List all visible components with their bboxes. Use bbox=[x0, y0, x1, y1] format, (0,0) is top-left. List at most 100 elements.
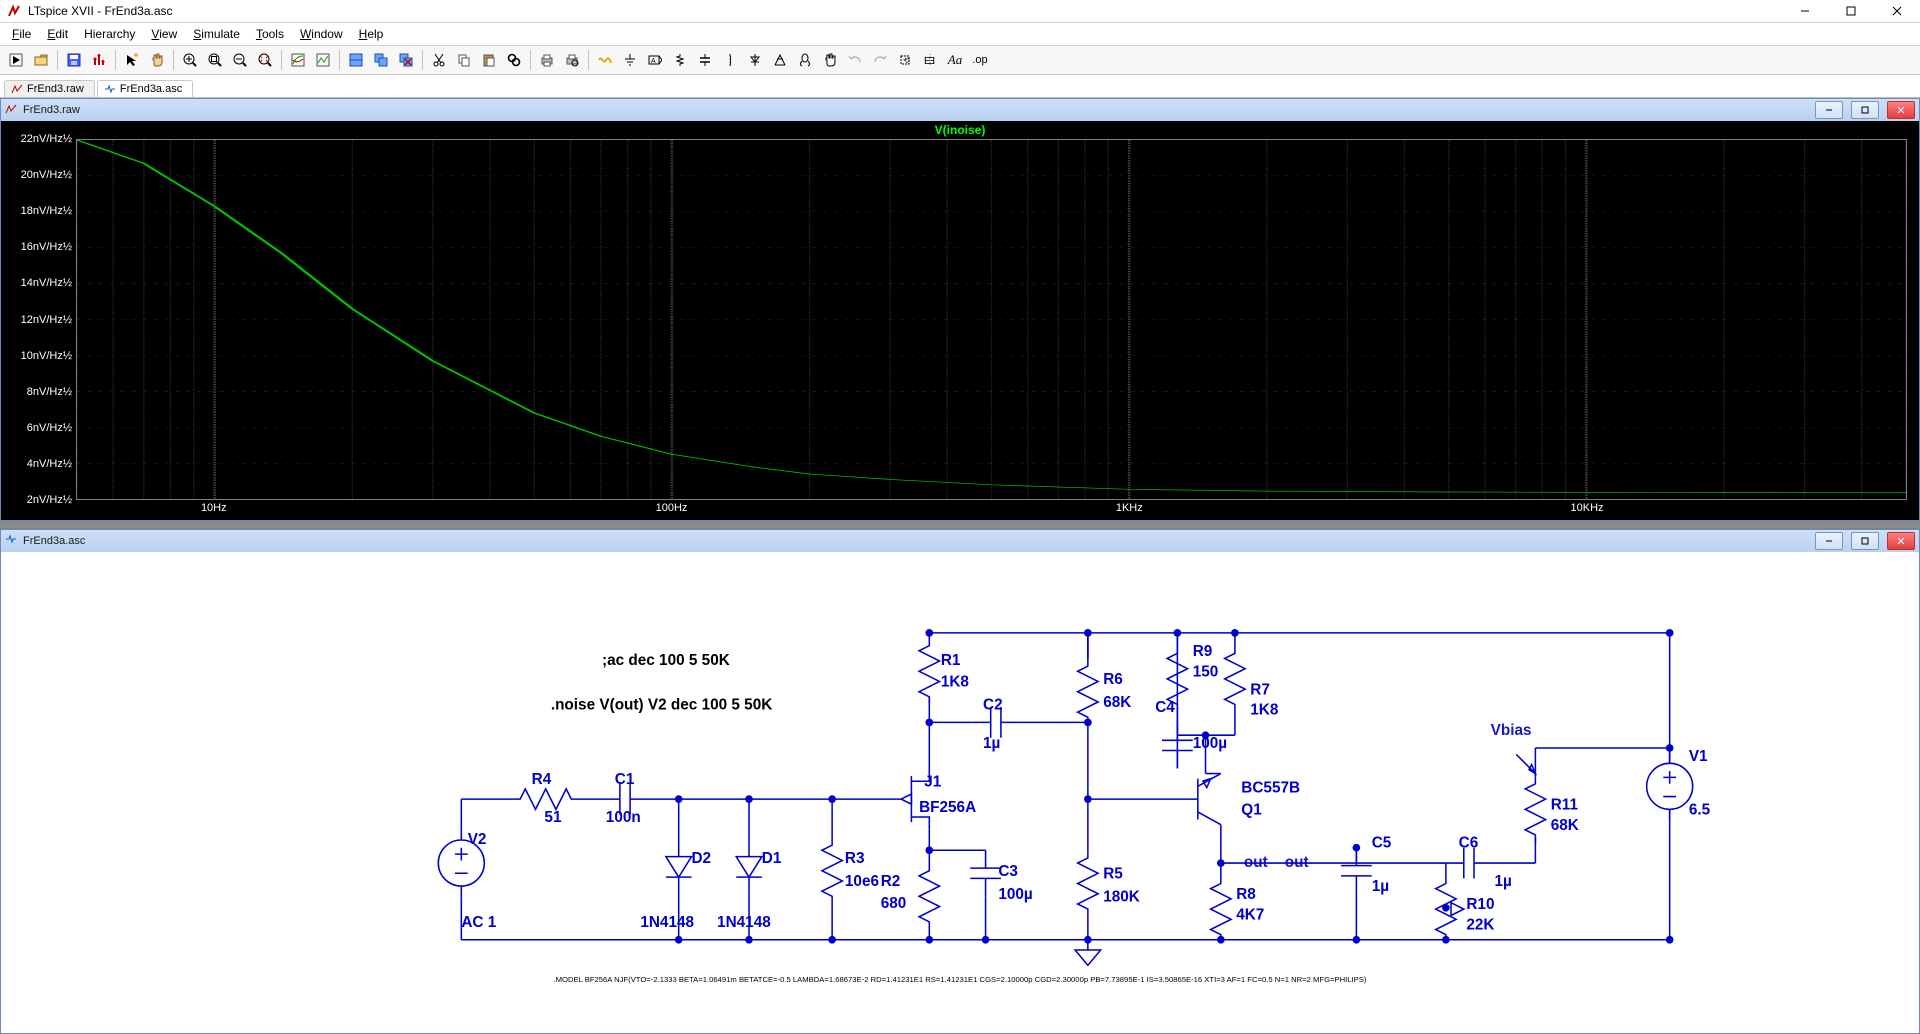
print-setup-button[interactable] bbox=[560, 48, 584, 72]
plot-area[interactable] bbox=[76, 139, 1907, 500]
svg-text:D1: D1 bbox=[762, 850, 782, 867]
tab-raw[interactable]: FrEnd3.raw bbox=[4, 80, 95, 97]
find-button[interactable] bbox=[502, 48, 526, 72]
child-minimize-button[interactable] bbox=[1815, 101, 1843, 119]
schematic-window-header[interactable]: FrEnd3a.asc bbox=[1, 530, 1919, 553]
save-button[interactable] bbox=[62, 48, 86, 72]
svg-text:AC 1: AC 1 bbox=[461, 914, 496, 931]
svg-text:R6: R6 bbox=[1103, 671, 1123, 688]
rotate-button[interactable]: ⟲ bbox=[893, 48, 917, 72]
menu-tools[interactable]: Tools bbox=[248, 25, 292, 43]
svg-text:10e6: 10e6 bbox=[845, 873, 879, 890]
svg-text:1N4148: 1N4148 bbox=[717, 914, 771, 931]
svg-text:180K: 180K bbox=[1103, 888, 1140, 905]
plot-window[interactable]: FrEnd3.raw V(inoise) 22nV/Hz½20nV/Hz½18n… bbox=[0, 98, 1920, 521]
run-cursor-button[interactable] bbox=[120, 48, 144, 72]
tab-schematic[interactable]: FrEnd3a.asc bbox=[97, 80, 193, 97]
svg-text:22K: 22K bbox=[1466, 916, 1494, 933]
schematic-icon bbox=[5, 533, 17, 548]
schematic-canvas[interactable]: ;ac dec 100 5 50K.noise V(out) V2 dec 10… bbox=[1, 552, 1919, 1033]
menubar: File Edit Hierarchy View Simulate Tools … bbox=[0, 23, 1920, 46]
mdi-area: FrEnd3.raw V(inoise) 22nV/Hz½20nV/Hz½18n… bbox=[0, 98, 1920, 1034]
undo-button[interactable] bbox=[843, 48, 867, 72]
plot-trace-label[interactable]: V(inoise) bbox=[1, 123, 1919, 137]
diode-button[interactable] bbox=[743, 48, 767, 72]
capacitor-button[interactable] bbox=[693, 48, 717, 72]
toolbar: A ⟲ EE Aa .op bbox=[0, 46, 1920, 75]
paste-button[interactable] bbox=[477, 48, 501, 72]
resistor-button[interactable] bbox=[668, 48, 692, 72]
svg-text:R5: R5 bbox=[1103, 865, 1123, 882]
menu-help[interactable]: Help bbox=[351, 25, 392, 43]
svg-text:68K: 68K bbox=[1551, 816, 1579, 833]
noise-plot[interactable]: V(inoise) 22nV/Hz½20nV/Hz½18nV/Hz½16nV/H… bbox=[1, 121, 1919, 520]
cascade-button[interactable] bbox=[369, 48, 393, 72]
window-minimize-button[interactable] bbox=[1782, 0, 1828, 22]
app-icon bbox=[6, 3, 22, 19]
svg-text:1µ: 1µ bbox=[1372, 878, 1389, 895]
tile-button[interactable] bbox=[344, 48, 368, 72]
plot-ytick: 18nV/Hz½ bbox=[21, 205, 72, 217]
svg-text:.noise V(out) V2 dec 100 5 50K: .noise V(out) V2 dec 100 5 50K bbox=[551, 696, 773, 713]
svg-text:150: 150 bbox=[1193, 663, 1219, 680]
redo-button[interactable] bbox=[868, 48, 892, 72]
svg-text:A: A bbox=[651, 58, 656, 65]
spice-directive-button[interactable]: .op bbox=[968, 48, 992, 72]
draw-wire-button[interactable] bbox=[593, 48, 617, 72]
window-close-button[interactable] bbox=[1874, 0, 1920, 22]
menu-window[interactable]: Window bbox=[292, 25, 351, 43]
plot-ytick: 8nV/Hz½ bbox=[27, 386, 72, 398]
component-button[interactable] bbox=[768, 48, 792, 72]
tab-label: FrEnd3a.asc bbox=[120, 83, 182, 95]
child-maximize-button[interactable] bbox=[1851, 532, 1879, 550]
plot-x-axis[interactable]: 10Hz100Hz1KHz10KHz bbox=[76, 502, 1907, 518]
open-button[interactable] bbox=[29, 48, 53, 72]
child-close-button[interactable] bbox=[1887, 101, 1915, 119]
window-maximize-button[interactable] bbox=[1828, 0, 1874, 22]
svg-text:R11: R11 bbox=[1551, 796, 1579, 813]
plot-xtick: 10KHz bbox=[1571, 502, 1604, 514]
copy-button[interactable] bbox=[452, 48, 476, 72]
menu-edit[interactable]: Edit bbox=[39, 25, 76, 43]
move-button[interactable] bbox=[793, 48, 817, 72]
label-net-button[interactable]: A bbox=[643, 48, 667, 72]
svg-text:.MODEL BF256A NJF(VTO=-2.1333: .MODEL BF256A NJF(VTO=-2.1333 BETA=1.064… bbox=[554, 975, 1367, 984]
child-close-button[interactable] bbox=[1887, 532, 1915, 550]
autorange-button[interactable] bbox=[286, 48, 310, 72]
menu-hierarchy[interactable]: Hierarchy bbox=[76, 25, 143, 43]
child-minimize-button[interactable] bbox=[1815, 532, 1843, 550]
pick-trace-button[interactable] bbox=[311, 48, 335, 72]
zoom-out-button[interactable] bbox=[228, 48, 252, 72]
svg-text:51: 51 bbox=[544, 809, 562, 826]
print-button[interactable] bbox=[535, 48, 559, 72]
plot-window-header[interactable]: FrEnd3.raw bbox=[1, 99, 1919, 122]
svg-text:C3: C3 bbox=[998, 862, 1018, 879]
svg-text:D2: D2 bbox=[691, 850, 711, 867]
svg-text:R1: R1 bbox=[941, 651, 961, 668]
zoom-in-button[interactable] bbox=[178, 48, 202, 72]
svg-text:6.5: 6.5 bbox=[1689, 801, 1711, 818]
zoom-fit-button[interactable] bbox=[253, 48, 277, 72]
plot-y-axis[interactable]: 22nV/Hz½20nV/Hz½18nV/Hz½16nV/Hz½14nV/Hz½… bbox=[1, 139, 74, 500]
plot-xtick: 1KHz bbox=[1116, 502, 1143, 514]
ground-button[interactable] bbox=[618, 48, 642, 72]
plot-ytick: 2nV/Hz½ bbox=[27, 494, 72, 506]
close-all-button[interactable] bbox=[394, 48, 418, 72]
child-maximize-button[interactable] bbox=[1851, 101, 1879, 119]
menu-simulate[interactable]: Simulate bbox=[185, 25, 248, 43]
place-text-button[interactable]: Aa bbox=[943, 48, 967, 72]
schematic-window[interactable]: FrEnd3a.asc ;ac dec 100 5 50K.noise V(ou… bbox=[0, 529, 1920, 1034]
inductor-button[interactable] bbox=[718, 48, 742, 72]
control-panel-button[interactable] bbox=[87, 48, 111, 72]
menu-view[interactable]: View bbox=[143, 25, 185, 43]
svg-text:C5: C5 bbox=[1372, 834, 1392, 851]
pan-button[interactable] bbox=[145, 48, 169, 72]
run-button[interactable] bbox=[4, 48, 28, 72]
mirror-button[interactable]: EE bbox=[918, 48, 942, 72]
svg-text:Q1: Q1 bbox=[1241, 801, 1262, 818]
menu-file[interactable]: File bbox=[4, 25, 39, 43]
cut-button[interactable] bbox=[427, 48, 451, 72]
drag-button[interactable] bbox=[818, 48, 842, 72]
tab-label: FrEnd3.raw bbox=[27, 83, 84, 95]
zoom-window-button[interactable] bbox=[203, 48, 227, 72]
